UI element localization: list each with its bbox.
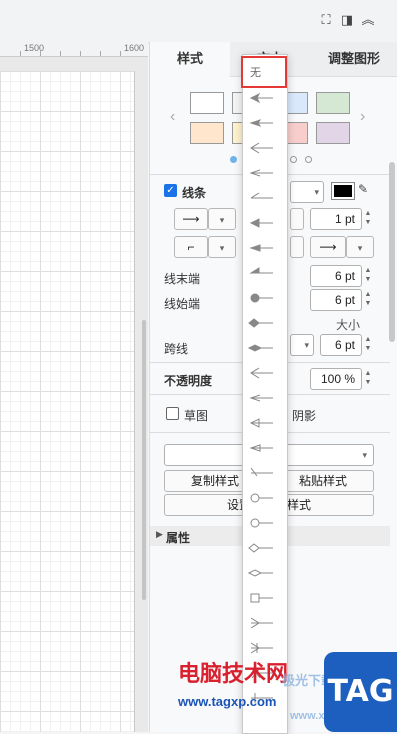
line-start-dropdown[interactable]: [290, 236, 304, 258]
shadow-label: 阴影: [292, 409, 317, 423]
ruler-label-1600: 1600: [124, 43, 145, 53]
top-toolbar: ⛶ ◨ ︽: [0, 0, 397, 43]
arrowhead-option-oval[interactable]: [250, 293, 273, 303]
page-dot[interactable]: [230, 156, 237, 163]
arrowhead-option-open-async[interactable]: [250, 192, 273, 199]
expand-icon: ▶: [156, 529, 163, 539]
line-color-swatch: [334, 185, 352, 197]
arrowhead-option-oval-open[interactable]: [250, 518, 273, 528]
line-width-spinner[interactable]: ▲ ▼: [362, 209, 374, 227]
line-end-dropdown[interactable]: ▾: [346, 236, 374, 258]
opacity-spinner[interactable]: ▲ ▼: [362, 369, 374, 387]
horizontal-ruler: 1500 1600: [0, 42, 148, 57]
line-checkbox[interactable]: ✓: [164, 184, 177, 197]
style-swatch[interactable]: [190, 122, 224, 144]
arrowhead-option-classic-thin[interactable]: [249, 119, 273, 127]
properties-label: 属性: [166, 531, 191, 545]
line-start-size-spinner[interactable]: ▲ ▼: [362, 290, 374, 308]
arrowhead-option-diamond-open[interactable]: [248, 543, 273, 553]
tab-style[interactable]: 样式: [150, 42, 230, 76]
arrowhead-option-async[interactable]: [249, 267, 273, 274]
watermark-site-cn: 电脑技术网: [178, 661, 289, 686]
arrowhead-option-diamond-thin[interactable]: [247, 344, 273, 352]
line-start-label: 线始端: [164, 297, 201, 311]
arrowhead-option-block-thin[interactable]: [249, 244, 273, 252]
style-swatch[interactable]: [190, 92, 224, 114]
arrowhead-menu: [242, 54, 288, 734]
line-jump-label: 跨线: [164, 342, 189, 356]
arrowhead-option-open-thin-alt[interactable]: [249, 444, 273, 452]
eyedropper-icon[interactable]: ✎: [358, 182, 368, 196]
prev-styles-icon[interactable]: ‹: [170, 108, 175, 126]
arrowhead-option-classic-thin-alt[interactable]: [249, 394, 273, 402]
line-jump-size-input[interactable]: 6 pt: [320, 334, 362, 356]
diagram-canvas[interactable]: [0, 57, 148, 732]
panel-scrollbar[interactable]: [389, 162, 395, 342]
canvas-scrollbar[interactable]: [142, 320, 146, 600]
line-pattern-dropdown[interactable]: ▾: [208, 208, 236, 230]
waypoint-button[interactable]: ⌐: [174, 236, 208, 258]
watermark-site-url: www.tagxp.com: [178, 694, 277, 709]
line-pattern-select[interactable]: ▾: [290, 181, 324, 203]
canvas-page[interactable]: [0, 71, 135, 732]
line-end-size-input[interactable]: 6 pt: [310, 265, 362, 287]
arrowhead-option-open-alt[interactable]: [249, 418, 273, 428]
opacity-label: 不透明度: [164, 374, 213, 388]
waypoint-dropdown[interactable]: ▾: [208, 236, 236, 258]
line-end-label: 线末端: [164, 272, 201, 286]
tab-arrange[interactable]: 调整图形: [310, 42, 397, 77]
line-color-button[interactable]: [331, 182, 355, 200]
sketch-label: 草图: [184, 409, 209, 423]
format-panel-icon[interactable]: ◨: [339, 12, 355, 28]
line-jump-select[interactable]: ▾: [290, 334, 314, 356]
line-jump-size-spinner[interactable]: ▲ ▼: [362, 335, 374, 353]
next-styles-icon[interactable]: ›: [360, 108, 365, 126]
size-label: 大小: [336, 318, 361, 332]
ruler-label-1500: 1500: [24, 43, 45, 53]
arrowhead-option-dash[interactable]: [250, 467, 273, 477]
style-swatch[interactable]: [316, 92, 350, 114]
page-dot[interactable]: [290, 156, 297, 163]
tag-logo: TAG: [324, 652, 397, 732]
arrowhead-option-ER-mandatory[interactable]: [250, 642, 273, 654]
page-dot[interactable]: [305, 156, 312, 163]
line-width-stepper-left[interactable]: [290, 208, 304, 230]
line-end-button[interactable]: ⟶: [310, 236, 346, 258]
menu-item-none[interactable]: 无: [250, 64, 261, 80]
fullscreen-icon[interactable]: ⛶: [318, 12, 334, 28]
arrowhead-option-box[interactable]: [250, 593, 273, 603]
style-swatch[interactable]: [316, 122, 350, 144]
line-label: 线条: [182, 186, 207, 200]
opacity-input[interactable]: 100 %: [310, 368, 362, 390]
arrowhead-option-open-thin[interactable]: [249, 169, 273, 177]
arrowhead-option-classic-alt[interactable]: [250, 367, 273, 379]
arrowhead-option-ER-one[interactable]: [250, 617, 273, 629]
arrowhead-option-half-circle[interactable]: [250, 493, 273, 503]
arrowhead-options: [247, 92, 273, 703]
line-start-size-input[interactable]: 6 pt: [310, 289, 362, 311]
collapse-icon[interactable]: ︽: [360, 12, 376, 28]
arrowhead-option-diamond-thin-open[interactable]: [247, 569, 273, 577]
arrowhead-option-open[interactable]: [250, 142, 273, 154]
sketch-checkbox[interactable]: [166, 407, 179, 420]
arrowhead-option-diamond[interactable]: [248, 318, 273, 328]
highlight-box: [241, 56, 287, 88]
line-end-size-spinner[interactable]: ▲ ▼: [362, 266, 374, 284]
line-width-input[interactable]: 1 pt: [310, 208, 362, 230]
arrowhead-option-block[interactable]: [249, 218, 273, 228]
line-pattern-button[interactable]: ⟶: [174, 208, 208, 230]
arrowhead-option-classic[interactable]: [249, 92, 273, 104]
